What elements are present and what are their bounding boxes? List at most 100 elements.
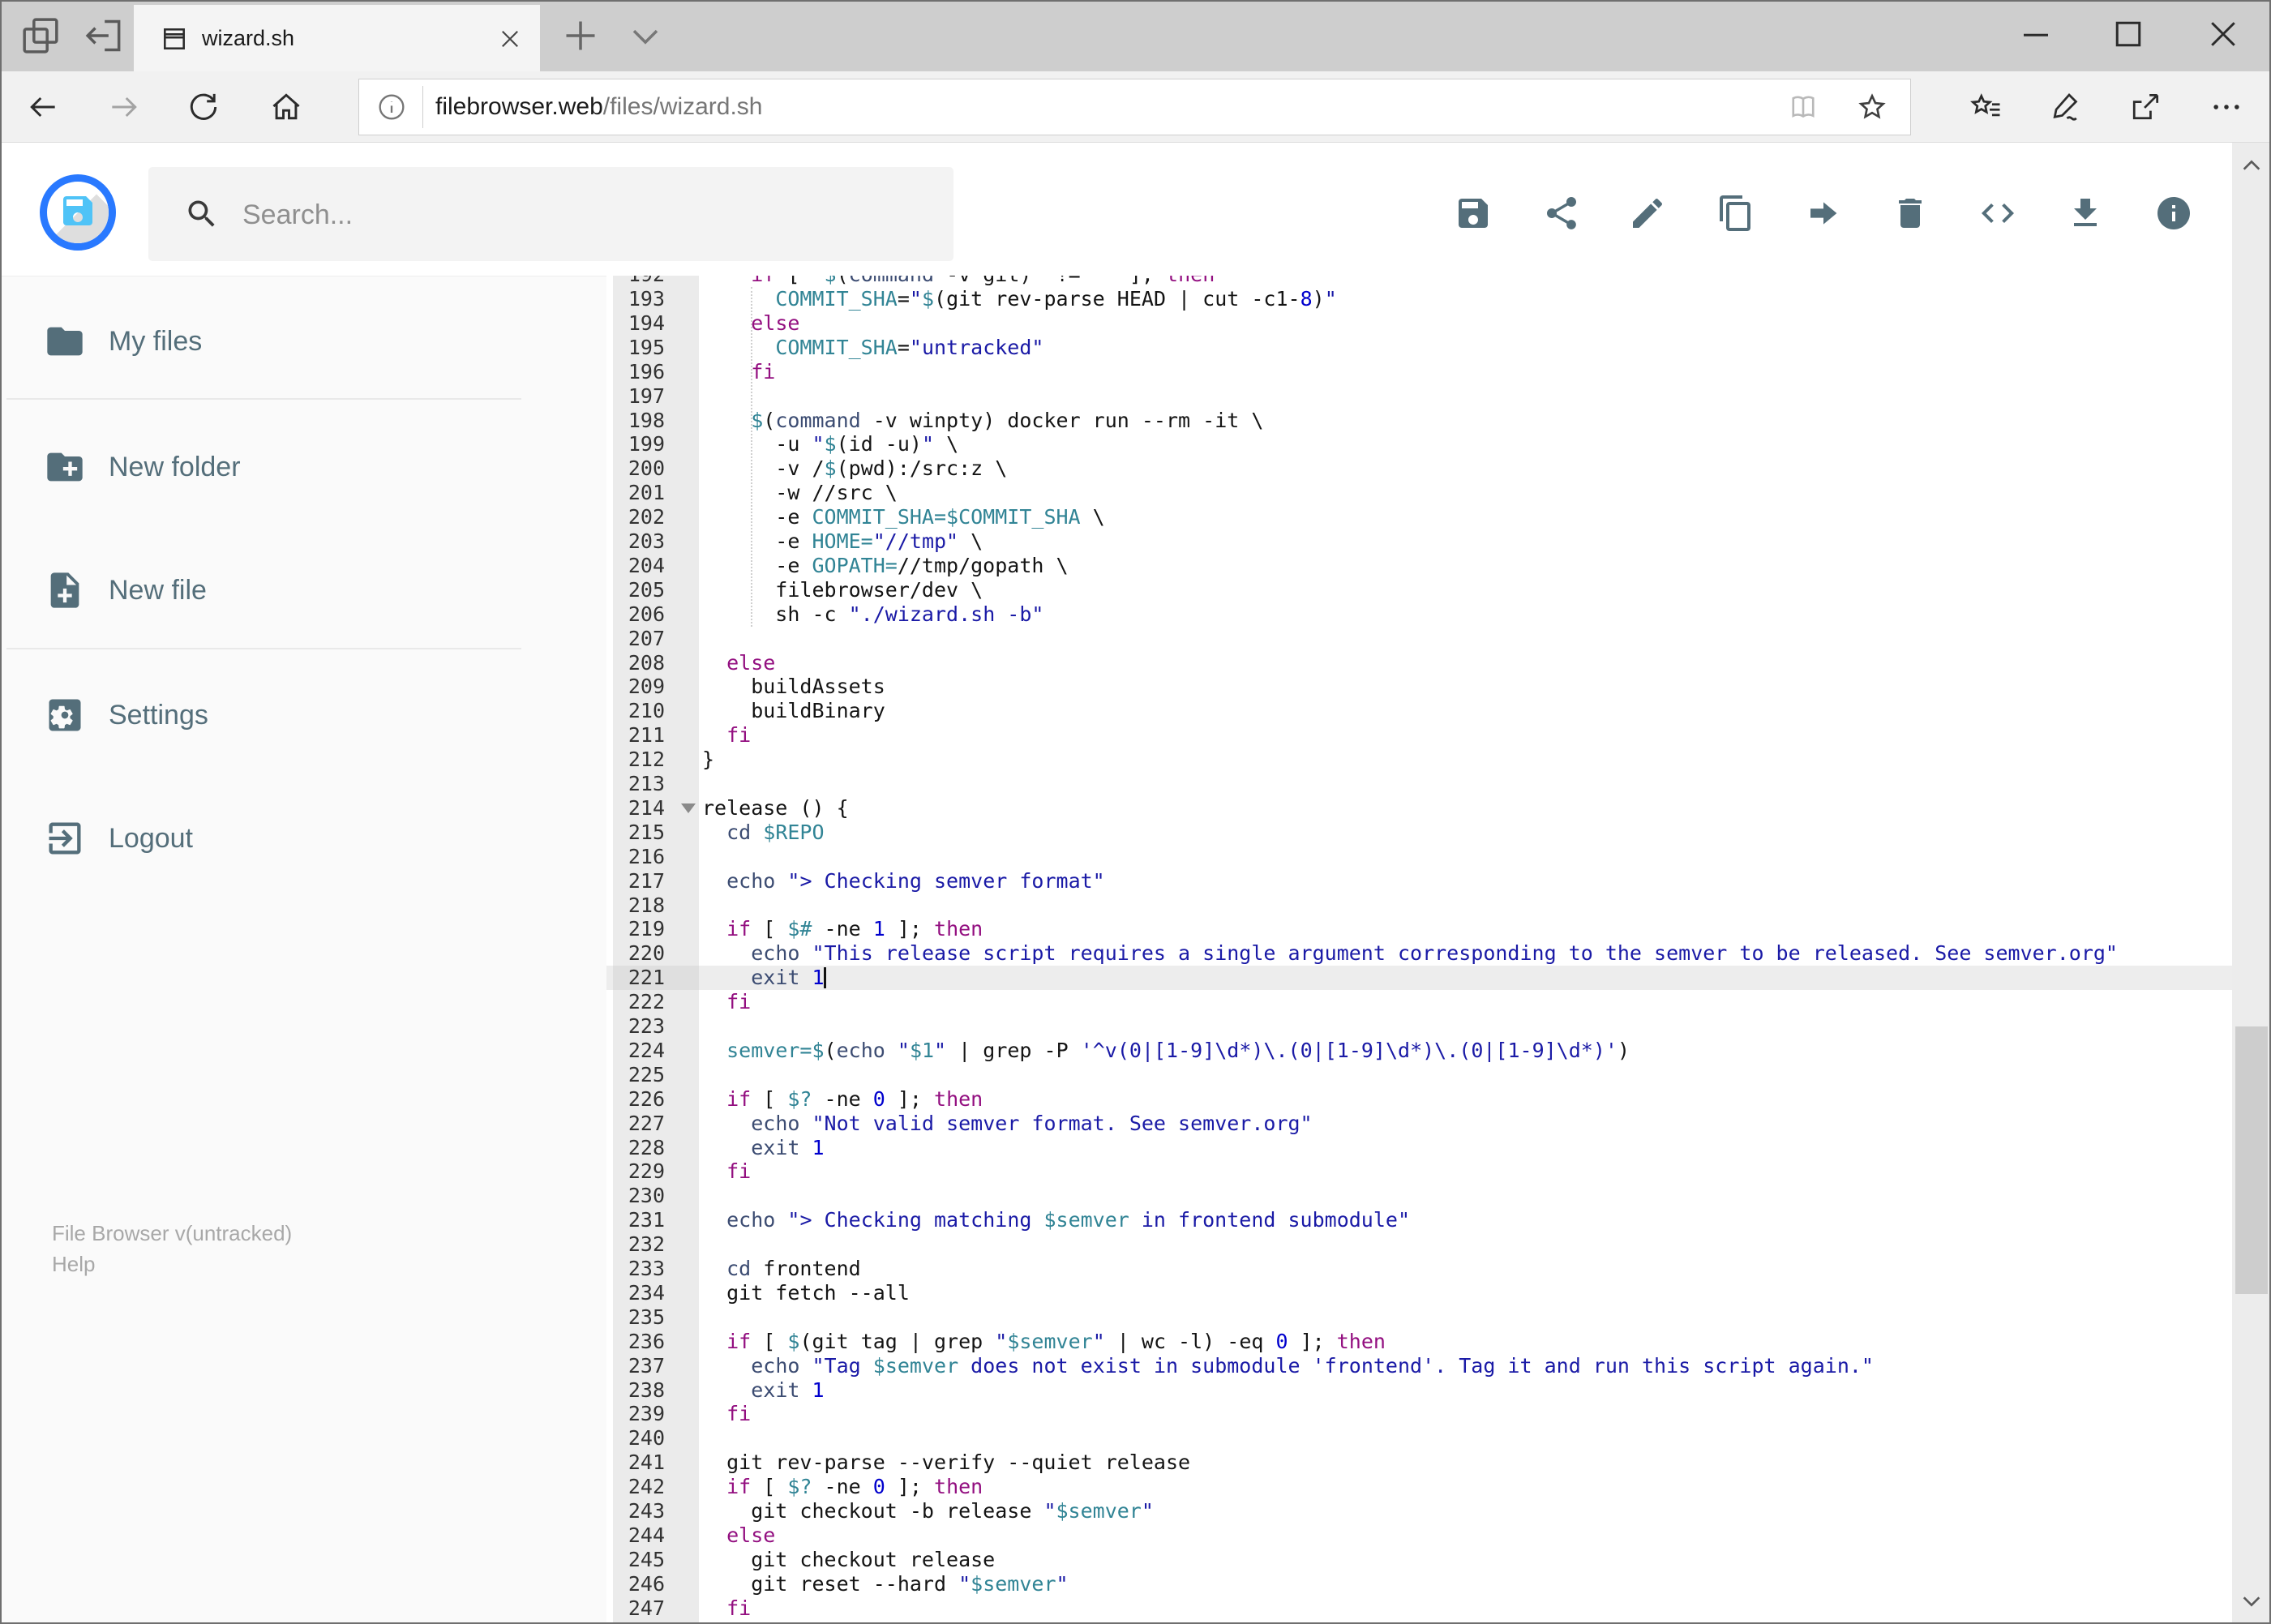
- search-box[interactable]: [148, 167, 953, 263]
- line-number[interactable]: 214: [613, 796, 699, 821]
- code-line-210[interactable]: buildBinary: [702, 699, 885, 723]
- code-line-231[interactable]: echo "> Checking matching $semver in fro…: [702, 1208, 1410, 1232]
- code-line-237[interactable]: echo "Tag $semver does not exist in subm…: [702, 1354, 1874, 1378]
- line-number[interactable]: 208: [613, 651, 699, 675]
- line-number[interactable]: 237: [613, 1354, 699, 1378]
- line-number[interactable]: 213: [613, 772, 699, 796]
- line-number[interactable]: 206: [613, 602, 699, 627]
- line-number[interactable]: 193: [613, 287, 699, 311]
- line-number[interactable]: 243: [613, 1499, 699, 1523]
- code-line-208[interactable]: else: [702, 651, 775, 675]
- code-line-224[interactable]: semver=$(echo "$1" | grep -P '^v(0|[1-9]…: [702, 1039, 1630, 1063]
- sidebar-item-logout[interactable]: Logout: [0, 796, 576, 881]
- line-number[interactable]: 245: [613, 1548, 699, 1572]
- line-number[interactable]: 200: [613, 456, 699, 481]
- share-page-icon[interactable]: [2127, 89, 2163, 125]
- delete-button[interactable]: [1891, 194, 1930, 233]
- line-number[interactable]: 192: [613, 276, 699, 287]
- line-number[interactable]: 226: [613, 1087, 699, 1112]
- home-icon[interactable]: [268, 89, 304, 125]
- code-line-198[interactable]: $(command -v winpty) docker run --rm -it…: [702, 409, 1263, 433]
- line-number[interactable]: 212: [613, 748, 699, 772]
- line-number[interactable]: 240: [613, 1426, 699, 1450]
- code-line-199[interactable]: -u "$(id -u)" \: [702, 432, 958, 456]
- set-tabs-aside-icon[interactable]: [81, 13, 126, 58]
- help-link[interactable]: Help: [52, 1252, 95, 1277]
- code-line-238[interactable]: exit 1: [702, 1378, 824, 1403]
- line-number[interactable]: 202: [613, 505, 699, 529]
- line-number[interactable]: 222: [613, 990, 699, 1014]
- line-number[interactable]: 228: [613, 1136, 699, 1160]
- info-button[interactable]: [2154, 194, 2193, 233]
- raw-code-button[interactable]: [1978, 194, 2017, 233]
- site-info-icon[interactable]: [375, 91, 408, 123]
- line-number[interactable]: 203: [613, 529, 699, 554]
- line-number[interactable]: 194: [613, 311, 699, 336]
- tab-close-icon[interactable]: [496, 25, 524, 53]
- code-line-246[interactable]: git reset --hard "$semver": [702, 1572, 1068, 1596]
- sidebar-item-new-folder[interactable]: New folder: [0, 425, 576, 509]
- reading-view-icon[interactable]: [1786, 90, 1820, 124]
- download-button[interactable]: [2066, 194, 2105, 233]
- rename-button[interactable]: [1628, 194, 1667, 233]
- line-number[interactable]: 209: [613, 675, 699, 699]
- code-line-220[interactable]: echo "This release script requires a sin…: [702, 941, 2118, 966]
- hub-favorites-icon[interactable]: [1969, 89, 2004, 125]
- line-number[interactable]: 227: [613, 1112, 699, 1136]
- copy-button[interactable]: [1716, 194, 1755, 233]
- sidebar-item-my-files[interactable]: My files: [0, 299, 576, 384]
- new-tab-button[interactable]: [558, 13, 603, 58]
- code-line-212[interactable]: }: [702, 748, 714, 772]
- code-line-222[interactable]: fi: [702, 990, 751, 1014]
- code-line-241[interactable]: git rev-parse --verify --quiet release: [702, 1450, 1190, 1475]
- line-number[interactable]: 239: [613, 1402, 699, 1426]
- line-number[interactable]: 235: [613, 1305, 699, 1330]
- line-number[interactable]: 221: [613, 966, 699, 990]
- code-line-205[interactable]: filebrowser/dev \: [702, 578, 983, 602]
- line-number[interactable]: 231: [613, 1208, 699, 1232]
- share-button[interactable]: [1542, 194, 1581, 233]
- code-line-219[interactable]: if [ $# -ne 1 ]; then: [702, 917, 983, 941]
- line-number[interactable]: 218: [613, 893, 699, 918]
- line-number[interactable]: 241: [613, 1450, 699, 1475]
- line-number[interactable]: 247: [613, 1596, 699, 1621]
- code-editor[interactable]: 1921931941951961971981992002012022032042…: [606, 276, 2232, 1624]
- code-line-204[interactable]: -e GOPATH=//tmp/gopath \: [702, 554, 1068, 578]
- line-number[interactable]: 211: [613, 723, 699, 748]
- code-line-221[interactable]: exit 1: [702, 966, 824, 990]
- line-number[interactable]: 201: [613, 481, 699, 505]
- code-line-217[interactable]: echo "> Checking semver format": [702, 869, 1105, 893]
- code-line-233[interactable]: cd frontend: [702, 1257, 861, 1281]
- code-line-206[interactable]: sh -c "./wizard.sh -b": [702, 602, 1043, 627]
- line-number[interactable]: 197: [613, 384, 699, 409]
- line-number[interactable]: 207: [613, 627, 699, 651]
- line-number[interactable]: 196: [613, 360, 699, 384]
- line-number[interactable]: 224: [613, 1039, 699, 1063]
- code-line-245[interactable]: git checkout release: [702, 1548, 995, 1572]
- code-line-247[interactable]: fi: [702, 1596, 751, 1621]
- search-input[interactable]: [241, 167, 925, 263]
- more-options-icon[interactable]: [2209, 89, 2244, 125]
- line-number[interactable]: 210: [613, 699, 699, 723]
- line-number[interactable]: 230: [613, 1184, 699, 1208]
- line-number[interactable]: 233: [613, 1257, 699, 1281]
- line-number[interactable]: 219: [613, 917, 699, 941]
- code-line-201[interactable]: -w //src \: [702, 481, 898, 505]
- code-line-227[interactable]: echo "Not valid semver format. See semve…: [702, 1112, 1312, 1136]
- line-number[interactable]: 223: [613, 1014, 699, 1039]
- minimize-button[interactable]: [2010, 10, 2062, 58]
- line-number[interactable]: 246: [613, 1572, 699, 1596]
- line-number[interactable]: 244: [613, 1523, 699, 1548]
- code-line-194[interactable]: else: [702, 311, 799, 336]
- back-icon[interactable]: [25, 89, 61, 125]
- code-line-200[interactable]: -v /$(pwd):/src:z \: [702, 456, 1007, 481]
- maximize-button[interactable]: [2102, 10, 2154, 58]
- code-line-229[interactable]: fi: [702, 1159, 751, 1184]
- code-line-228[interactable]: exit 1: [702, 1136, 824, 1160]
- line-number[interactable]: 215: [613, 821, 699, 845]
- code-line-239[interactable]: fi: [702, 1402, 751, 1426]
- line-number[interactable]: 204: [613, 554, 699, 578]
- page-scrollbar[interactable]: [2232, 143, 2271, 1624]
- line-number[interactable]: 242: [613, 1475, 699, 1499]
- filebrowser-logo[interactable]: [40, 174, 116, 251]
